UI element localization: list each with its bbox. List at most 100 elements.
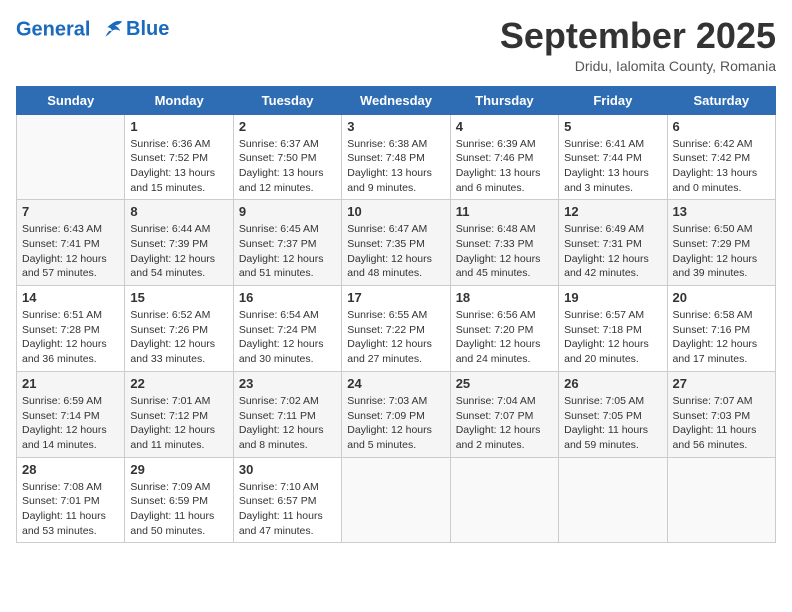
day-info: Sunrise: 6:55 AM Sunset: 7:22 PM Dayligh… (347, 308, 444, 367)
day-number: 22 (130, 376, 227, 391)
weekday-header-wednesday: Wednesday (342, 86, 450, 114)
day-number: 12 (564, 204, 661, 219)
day-number: 9 (239, 204, 336, 219)
month-title: September 2025 (500, 16, 776, 56)
day-number: 11 (456, 204, 553, 219)
day-info: Sunrise: 6:52 AM Sunset: 7:26 PM Dayligh… (130, 308, 227, 367)
calendar-cell: 1Sunrise: 6:36 AM Sunset: 7:52 PM Daylig… (125, 114, 233, 200)
day-info: Sunrise: 6:57 AM Sunset: 7:18 PM Dayligh… (564, 308, 661, 367)
calendar-cell (559, 457, 667, 543)
calendar-cell: 30Sunrise: 7:10 AM Sunset: 6:57 PM Dayli… (233, 457, 341, 543)
weekday-header-monday: Monday (125, 86, 233, 114)
day-info: Sunrise: 6:37 AM Sunset: 7:50 PM Dayligh… (239, 137, 336, 196)
day-number: 25 (456, 376, 553, 391)
day-info: Sunrise: 6:41 AM Sunset: 7:44 PM Dayligh… (564, 137, 661, 196)
calendar-week-row: 14 Sunrise: 6:51 AM Sunset: 7:28 PM Dayli… (17, 286, 776, 372)
location-subtitle: Dridu, Ialomita County, Romania (500, 58, 776, 74)
day-info: Sunrise: 7:08 AM Sunset: 7:01 PM Dayligh… (22, 480, 119, 539)
calendar-week-row: 28Sunrise: 7:08 AM Sunset: 7:01 PM Dayli… (17, 457, 776, 543)
calendar-cell: 15 Sunrise: 6:52 AM Sunset: 7:26 PM Dayli… (125, 286, 233, 372)
calendar-cell: 17 Sunrise: 6:55 AM Sunset: 7:22 PM Dayli… (342, 286, 450, 372)
calendar-cell: 9 Sunrise: 6:45 AM Sunset: 7:37 PM Daylig… (233, 200, 341, 286)
day-number: 15 (130, 290, 227, 305)
logo-blue: Blue (126, 18, 169, 40)
day-info: Sunrise: 6:50 AM Sunset: 7:29 PM Dayligh… (673, 222, 770, 281)
calendar-cell: 19 Sunrise: 6:57 AM Sunset: 7:18 PM Dayli… (559, 286, 667, 372)
day-info: Sunrise: 7:02 AM Sunset: 7:11 PM Dayligh… (239, 394, 336, 453)
day-number: 27 (673, 376, 770, 391)
day-info: Sunrise: 6:56 AM Sunset: 7:20 PM Dayligh… (456, 308, 553, 367)
calendar-cell: 8 Sunrise: 6:44 AM Sunset: 7:39 PM Daylig… (125, 200, 233, 286)
day-number: 6 (673, 119, 770, 134)
day-number: 21 (22, 376, 119, 391)
day-number: 30 (239, 462, 336, 477)
calendar-table: SundayMondayTuesdayWednesdayThursdayFrid… (16, 86, 776, 544)
calendar-cell: 27 Sunrise: 7:07 AM Sunset: 7:03 PM Dayli… (667, 371, 775, 457)
day-info: Sunrise: 6:45 AM Sunset: 7:37 PM Dayligh… (239, 222, 336, 281)
calendar-cell (17, 114, 125, 200)
day-info: Sunrise: 6:49 AM Sunset: 7:31 PM Dayligh… (564, 222, 661, 281)
day-number: 20 (673, 290, 770, 305)
calendar-cell: 25Sunrise: 7:04 AM Sunset: 7:07 PM Dayli… (450, 371, 558, 457)
day-number: 29 (130, 462, 227, 477)
weekday-header-saturday: Saturday (667, 86, 775, 114)
logo: General Blue (16, 16, 169, 44)
day-info: Sunrise: 6:44 AM Sunset: 7:39 PM Dayligh… (130, 222, 227, 281)
day-number: 8 (130, 204, 227, 219)
calendar-cell: 29 Sunrise: 7:09 AM Sunset: 6:59 PM Dayli… (125, 457, 233, 543)
day-info: Sunrise: 6:43 AM Sunset: 7:41 PM Dayligh… (22, 222, 119, 281)
calendar-cell: 7 Sunrise: 6:43 AM Sunset: 7:41 PM Daylig… (17, 200, 125, 286)
day-number: 19 (564, 290, 661, 305)
weekday-header-thursday: Thursday (450, 86, 558, 114)
calendar-cell: 14 Sunrise: 6:51 AM Sunset: 7:28 PM Dayli… (17, 286, 125, 372)
day-info: Sunrise: 7:07 AM Sunset: 7:03 PM Dayligh… (673, 394, 770, 453)
logo-bird-icon (98, 16, 126, 44)
day-info: Sunrise: 6:58 AM Sunset: 7:16 PM Dayligh… (673, 308, 770, 367)
logo-general: General (16, 18, 90, 40)
page-header: General Blue September 2025 Dridu, Ialom… (16, 16, 776, 74)
weekday-header-tuesday: Tuesday (233, 86, 341, 114)
day-number: 24 (347, 376, 444, 391)
title-block: September 2025 Dridu, Ialomita County, R… (500, 16, 776, 74)
calendar-cell: 10 Sunrise: 6:47 AM Sunset: 7:35 PM Dayli… (342, 200, 450, 286)
day-info: Sunrise: 7:05 AM Sunset: 7:05 PM Dayligh… (564, 394, 661, 453)
calendar-cell (450, 457, 558, 543)
day-number: 3 (347, 119, 444, 134)
calendar-week-row: 1Sunrise: 6:36 AM Sunset: 7:52 PM Daylig… (17, 114, 776, 200)
day-number: 14 (22, 290, 119, 305)
calendar-cell: 28Sunrise: 7:08 AM Sunset: 7:01 PM Dayli… (17, 457, 125, 543)
calendar-cell (342, 457, 450, 543)
day-info: Sunrise: 6:48 AM Sunset: 7:33 PM Dayligh… (456, 222, 553, 281)
calendar-cell: 20 Sunrise: 6:58 AM Sunset: 7:16 PM Dayli… (667, 286, 775, 372)
calendar-week-row: 7 Sunrise: 6:43 AM Sunset: 7:41 PM Daylig… (17, 200, 776, 286)
day-number: 4 (456, 119, 553, 134)
calendar-cell: 4 Sunrise: 6:39 AM Sunset: 7:46 PM Daylig… (450, 114, 558, 200)
day-info: Sunrise: 6:39 AM Sunset: 7:46 PM Dayligh… (456, 137, 553, 196)
day-number: 17 (347, 290, 444, 305)
day-info: Sunrise: 6:54 AM Sunset: 7:24 PM Dayligh… (239, 308, 336, 367)
day-number: 16 (239, 290, 336, 305)
calendar-cell: 23Sunrise: 7:02 AM Sunset: 7:11 PM Dayli… (233, 371, 341, 457)
calendar-week-row: 21Sunrise: 6:59 AM Sunset: 7:14 PM Dayli… (17, 371, 776, 457)
calendar-cell: 13 Sunrise: 6:50 AM Sunset: 7:29 PM Dayli… (667, 200, 775, 286)
weekday-header-sunday: Sunday (17, 86, 125, 114)
weekday-header-friday: Friday (559, 86, 667, 114)
day-info: Sunrise: 6:47 AM Sunset: 7:35 PM Dayligh… (347, 222, 444, 281)
calendar-cell: 6 Sunrise: 6:42 AM Sunset: 7:42 PM Daylig… (667, 114, 775, 200)
calendar-cell: 12 Sunrise: 6:49 AM Sunset: 7:31 PM Dayli… (559, 200, 667, 286)
day-number: 5 (564, 119, 661, 134)
calendar-body: 1Sunrise: 6:36 AM Sunset: 7:52 PM Daylig… (17, 114, 776, 543)
day-number: 10 (347, 204, 444, 219)
day-info: Sunrise: 7:01 AM Sunset: 7:12 PM Dayligh… (130, 394, 227, 453)
calendar-cell: 26Sunrise: 7:05 AM Sunset: 7:05 PM Dayli… (559, 371, 667, 457)
day-number: 2 (239, 119, 336, 134)
calendar-cell (667, 457, 775, 543)
calendar-cell: 2 Sunrise: 6:37 AM Sunset: 7:50 PM Daylig… (233, 114, 341, 200)
calendar-cell: 3 Sunrise: 6:38 AM Sunset: 7:48 PM Daylig… (342, 114, 450, 200)
day-number: 13 (673, 204, 770, 219)
day-info: Sunrise: 6:42 AM Sunset: 7:42 PM Dayligh… (673, 137, 770, 196)
day-number: 7 (22, 204, 119, 219)
day-info: Sunrise: 7:09 AM Sunset: 6:59 PM Dayligh… (130, 480, 227, 539)
day-info: Sunrise: 6:51 AM Sunset: 7:28 PM Dayligh… (22, 308, 119, 367)
day-info: Sunrise: 6:38 AM Sunset: 7:48 PM Dayligh… (347, 137, 444, 196)
